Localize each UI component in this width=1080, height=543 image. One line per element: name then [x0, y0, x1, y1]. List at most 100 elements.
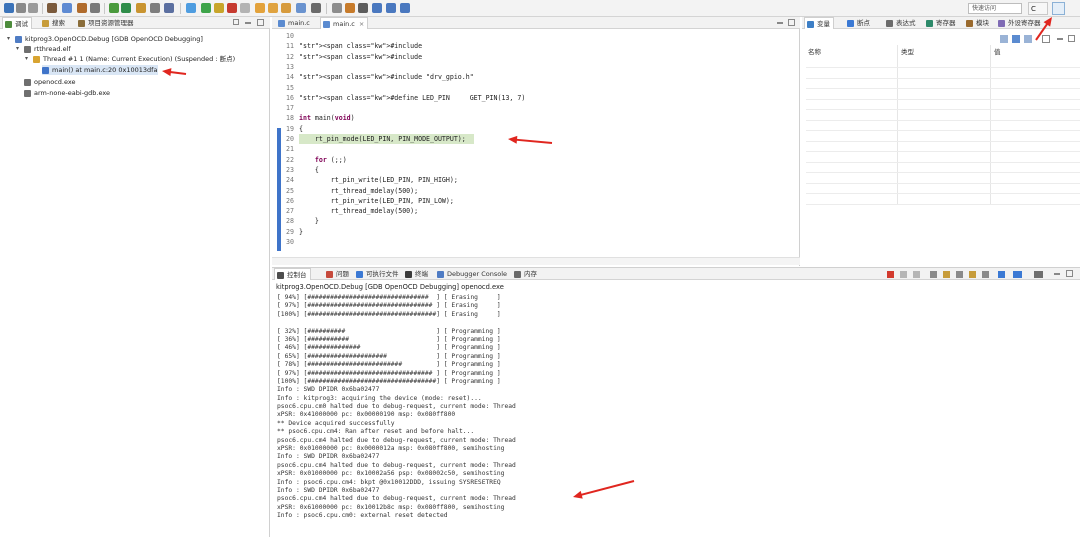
tab-main-c-2[interactable]: main.c ×: [320, 17, 369, 29]
column-header-type[interactable]: 类型: [901, 47, 914, 57]
word-wrap-icon[interactable]: [956, 271, 963, 278]
code-line[interactable]: 14 "str"><span class="kw">#include "drv_g…: [272, 72, 792, 82]
variable-row[interactable]: [806, 132, 1080, 142]
tab-debug[interactable]: 调试: [2, 17, 32, 29]
resume-icon[interactable]: [201, 3, 211, 13]
tab-variables[interactable]: 变量: [804, 17, 834, 29]
skip-breakpoints-icon[interactable]: [186, 3, 196, 13]
view-menu-icon[interactable]: [1042, 35, 1050, 43]
minimize-icon[interactable]: [1054, 273, 1060, 275]
external-tools-icon[interactable]: [136, 3, 146, 13]
close-icon[interactable]: ×: [359, 20, 364, 28]
code-area[interactable]: 10 11 "str"><span class="kw">#include 12 "s…: [272, 31, 800, 257]
show-on-output-icon[interactable]: [969, 271, 976, 278]
layout-icon[interactable]: [1024, 35, 1032, 43]
tree-item-stack-frame[interactable]: main() at main.c:20 0x10013dfa: [42, 65, 158, 75]
expand-chevron-icon[interactable]: ▾: [25, 54, 28, 64]
run-icon[interactable]: [121, 3, 131, 13]
minimize-icon[interactable]: [777, 22, 783, 24]
variable-row[interactable]: [806, 121, 1080, 131]
code-line[interactable]: 17: [272, 103, 792, 113]
tab-expressions[interactable]: 表达式: [884, 17, 919, 29]
code-line[interactable]: 13: [272, 62, 792, 72]
open-type-icon[interactable]: [164, 3, 174, 13]
code-line[interactable]: 15: [272, 83, 792, 93]
tab-memory[interactable]: 内存: [512, 268, 540, 280]
variable-row[interactable]: [806, 174, 1080, 184]
clear-console-icon[interactable]: [930, 271, 937, 278]
column-header-name[interactable]: 名称: [808, 47, 821, 57]
column-header-value[interactable]: 值: [994, 47, 1001, 57]
forward-icon[interactable]: [386, 3, 396, 13]
tab-peripherals[interactable]: 外设寄存器: [996, 17, 1044, 29]
code-line[interactable]: 18 int main(void): [272, 113, 792, 123]
tab-registers[interactable]: 寄存器: [924, 17, 959, 29]
pin-console-icon[interactable]: [998, 271, 1005, 278]
debug-perspective-button[interactable]: [1052, 2, 1065, 15]
target-icon[interactable]: [77, 3, 87, 13]
step-into-icon[interactable]: [255, 3, 265, 13]
tab-debugger-console[interactable]: Debugger Console: [435, 268, 510, 280]
view-menu-icon[interactable]: [233, 19, 239, 25]
code-line[interactable]: 16 "str"><span class="kw">#define LED_PIN…: [272, 93, 792, 103]
minimize-icon[interactable]: [1057, 38, 1063, 40]
variable-row[interactable]: [806, 184, 1080, 194]
minimize-icon[interactable]: [245, 22, 251, 24]
variable-row[interactable]: [806, 90, 1080, 100]
restart-icon[interactable]: [311, 3, 321, 13]
maximize-icon[interactable]: [788, 19, 795, 26]
history-icon[interactable]: [400, 3, 410, 13]
variable-row[interactable]: [806, 100, 1080, 110]
code-line[interactable]: 21: [272, 144, 792, 154]
console-output[interactable]: [ 94%] [################################…: [277, 294, 1077, 540]
terminate-icon[interactable]: [887, 271, 894, 278]
code-line[interactable]: 26 rt_pin_write(LED_PIN, PIN_LOW);: [272, 196, 792, 206]
expand-chevron-icon[interactable]: ▾: [7, 34, 10, 44]
variable-row[interactable]: [806, 142, 1080, 152]
code-line[interactable]: 19 {: [272, 124, 792, 134]
debug-icon[interactable]: [109, 3, 119, 13]
code-line[interactable]: 23 {: [272, 165, 792, 175]
maximize-icon[interactable]: [257, 19, 264, 26]
tab-executables[interactable]: 可执行文件: [354, 268, 402, 280]
tab-breakpoints[interactable]: 断点: [845, 17, 873, 29]
c-perspective-button[interactable]: C: [1028, 2, 1048, 15]
terminate-icon[interactable]: [227, 3, 237, 13]
variable-row[interactable]: [806, 79, 1080, 89]
variable-row[interactable]: [806, 163, 1080, 173]
build-config-icon[interactable]: [62, 3, 72, 13]
back-icon[interactable]: [372, 3, 382, 13]
maximize-icon[interactable]: [1068, 35, 1075, 42]
code-line[interactable]: 11 "str"><span class="kw">#include: [272, 41, 792, 51]
quick-access-input[interactable]: 快速访问: [968, 3, 1022, 14]
tab-problems[interactable]: 问题: [324, 268, 352, 280]
search-icon[interactable]: [150, 3, 160, 13]
variable-row[interactable]: [806, 58, 1080, 68]
variable-row[interactable]: [806, 153, 1080, 163]
code-line[interactable]: 12 "str"><span class="kw">#include: [272, 52, 792, 62]
suspend-icon[interactable]: [214, 3, 224, 13]
variable-row[interactable]: [806, 69, 1080, 79]
new-icon[interactable]: [4, 3, 14, 13]
variable-row[interactable]: [806, 195, 1080, 205]
remove-launch-icon[interactable]: [900, 271, 907, 278]
disconnect-icon[interactable]: [240, 3, 250, 13]
code-line[interactable]: 30: [272, 237, 792, 247]
tools-icon[interactable]: [90, 3, 100, 13]
scroll-lock-icon[interactable]: [943, 271, 950, 278]
step-return-icon[interactable]: [281, 3, 291, 13]
code-line[interactable]: 10: [272, 31, 792, 41]
display-console-icon[interactable]: [1013, 271, 1022, 278]
build-icon[interactable]: [47, 3, 57, 13]
tab-terminal[interactable]: 终端: [403, 268, 431, 280]
instruction-step-icon[interactable]: [296, 3, 306, 13]
show-type-names-icon[interactable]: [1012, 35, 1020, 43]
code-line[interactable]: 22 for (;;): [272, 155, 792, 165]
pencil-icon[interactable]: [345, 3, 355, 13]
code-line[interactable]: 25 rt_thread_mdelay(500);: [272, 186, 792, 196]
horizontal-scrollbar[interactable]: [272, 257, 800, 265]
maximize-icon[interactable]: [1066, 270, 1073, 277]
tab-search[interactable]: 搜索: [40, 17, 68, 29]
code-line[interactable]: 24 rt_pin_write(LED_PIN, PIN_HIGH);: [272, 175, 792, 185]
tab-main-c-1[interactable]: main.c: [276, 17, 313, 29]
